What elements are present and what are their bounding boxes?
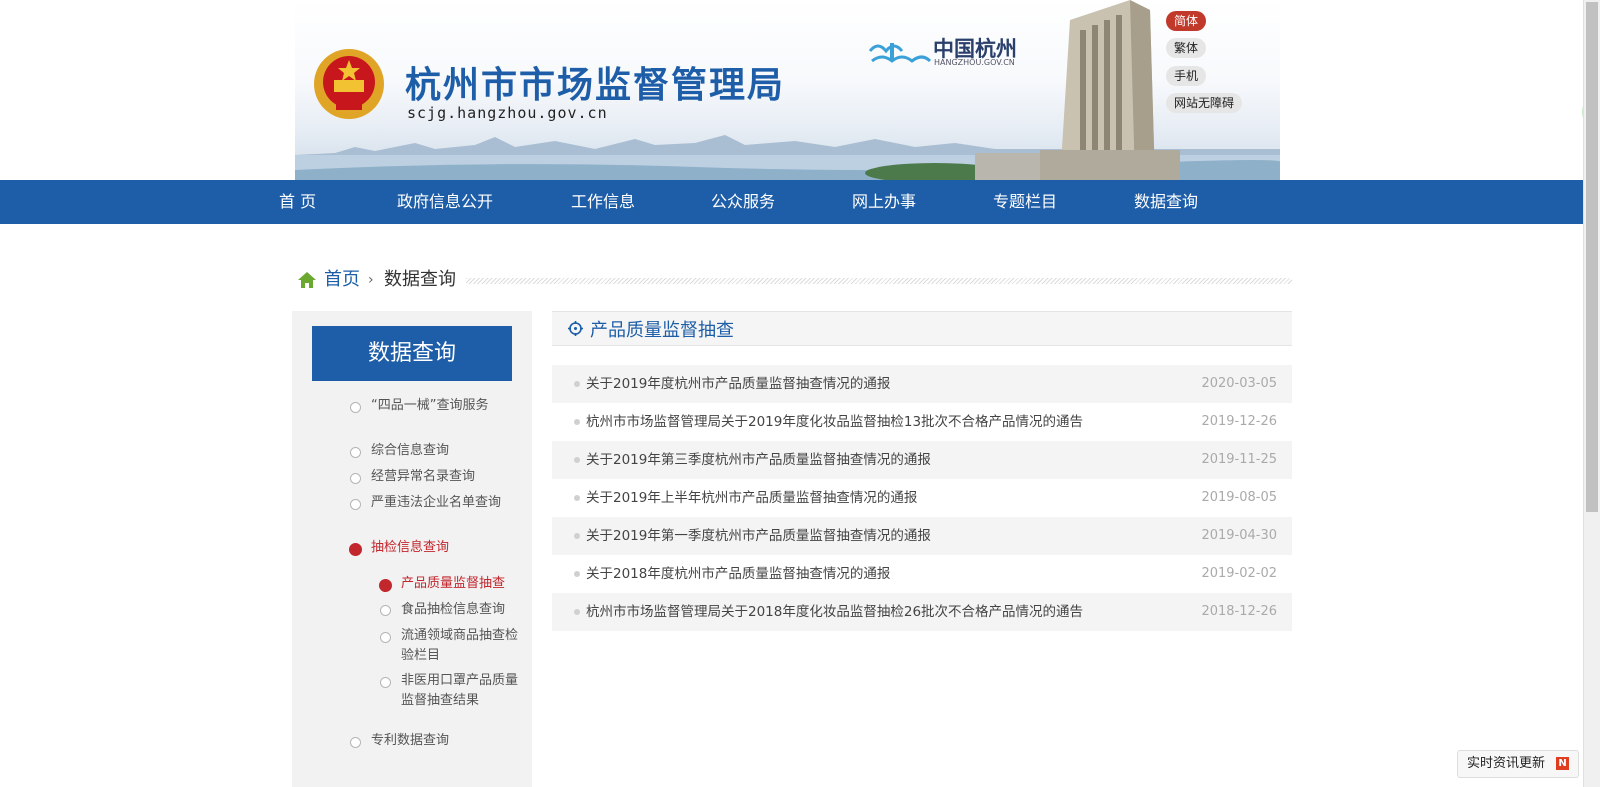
nav-item-work-info[interactable]: 工作信息 — [571, 180, 635, 224]
list-item-date: 2019-12-26 — [1201, 414, 1277, 429]
breadcrumb-home-link[interactable]: 首页 — [324, 268, 360, 292]
radio-dot-icon — [350, 447, 361, 458]
list-item-date: 2019-11-25 — [1201, 452, 1277, 467]
breadcrumb-separator: › — [368, 272, 374, 288]
bullet-icon — [574, 533, 580, 539]
list-item-date: 2019-04-30 — [1201, 528, 1277, 543]
traditional-chinese-button[interactable]: 繁体 — [1166, 38, 1207, 58]
list-item-title[interactable]: 关于2019年第三季度杭州市产品质量监督抽查情况的通报 — [586, 441, 931, 479]
scrollbar-thumb[interactable] — [1586, 2, 1598, 512]
bullet-icon — [574, 381, 580, 387]
section-title: 产品质量监督抽查 — [590, 320, 734, 341]
radio-dot-icon — [380, 605, 391, 616]
radio-dot-icon — [380, 632, 391, 643]
nav-item-special-topics[interactable]: 专题栏目 — [993, 180, 1057, 224]
main-nav: 首 页 政府信息公开 工作信息 公众服务 网上办事 专题栏目 数据查询 — [0, 180, 1583, 224]
sidebar-subitem-mask-quality[interactable]: 非医用口罩产品质量监督抽查结果 — [401, 671, 529, 711]
sidebar: 数据查询 “四品一械”查询服务 综合信息查询 经营异常名录查询 严重违法企业名单… — [292, 311, 532, 787]
sidebar-item-inspection-info[interactable]: 抽检信息查询 — [371, 538, 449, 558]
breadcrumb-divider — [466, 278, 1292, 284]
list-item-date: 2019-08-05 — [1201, 490, 1277, 505]
home-icon — [298, 272, 316, 288]
nav-item-gov-info[interactable]: 政府信息公开 — [397, 180, 493, 224]
list-item-title[interactable]: 杭州市市场监督管理局关于2018年度化妆品监督抽检26批次不合格产品情况的通告 — [586, 593, 1083, 631]
bullet-icon — [574, 457, 580, 463]
sidebar-item-patent-data[interactable]: 专利数据查询 — [371, 731, 449, 751]
list-item-title[interactable]: 关于2018年度杭州市产品质量监督抽查情况的通报 — [586, 555, 890, 593]
list-item-title[interactable]: 杭州市市场监督管理局关于2019年度化妆品监督抽检13批次不合格产品情况的通告 — [586, 403, 1083, 441]
bullet-icon — [574, 495, 580, 501]
sidebar-title: 数据查询 — [312, 326, 512, 381]
list-item-date: 2018-12-26 — [1201, 604, 1277, 619]
radio-dot-icon — [350, 402, 361, 413]
live-news-label: 实时资讯更新 — [1467, 756, 1546, 771]
sidebar-subitem-food-inspection[interactable]: 食品抽检信息查询 — [401, 600, 505, 620]
sidebar-item-serious-violation[interactable]: 严重违法企业名单查询 — [371, 493, 511, 513]
list-item-title[interactable]: 关于2019年度杭州市产品质量监督抽查情况的通报 — [586, 365, 890, 403]
sidebar-item-abnormal-list[interactable]: 经营异常名录查询 — [371, 467, 475, 487]
sidebar-subitem-product-quality[interactable]: 产品质量监督抽查 — [401, 574, 505, 594]
nav-item-public-service[interactable]: 公众服务 — [711, 180, 775, 224]
accessibility-button[interactable]: 网站无障碍 — [1166, 93, 1243, 113]
sidebar-item-four-products[interactable]: “四品一械”查询服务 — [371, 396, 511, 416]
live-news-widget[interactable]: 实时资讯更新 N — [1457, 750, 1579, 778]
section-header: 产品质量监督抽查 — [552, 311, 1292, 346]
list-item[interactable]: 关于2019年第一季度杭州市产品质量监督抽查情况的通报 2019-04-30 — [552, 517, 1292, 555]
mobile-version-button[interactable]: 手机 — [1166, 66, 1207, 86]
radio-dot-icon — [380, 677, 391, 688]
site-domain: scjg.hangzhou.gov.cn — [407, 104, 608, 122]
list-item[interactable]: 关于2019年第三季度杭州市产品质量监督抽查情况的通报 2019-11-25 — [552, 441, 1292, 479]
nav-item-home[interactable]: 首 页 — [279, 180, 316, 224]
new-badge-icon: N — [1556, 757, 1569, 770]
site-header: 杭州市市场监督管理局 scjg.hangzhou.gov.cn 中国杭州 HAN… — [0, 0, 1568, 180]
radio-dot-icon — [350, 737, 361, 748]
hangzhou-logo-domain: HANGZHOU.GOV.CN — [934, 58, 1015, 67]
sidebar-subitem-circulation[interactable]: 流通领域商品抽查检验栏目 — [401, 626, 529, 666]
radio-dot-icon — [350, 473, 361, 484]
list-item[interactable]: 关于2018年度杭州市产品质量监督抽查情况的通报 2019-02-02 — [552, 555, 1292, 593]
list-item[interactable]: 杭州市市场监督管理局关于2019年度化妆品监督抽检13批次不合格产品情况的通告 … — [552, 403, 1292, 441]
list-item[interactable]: 关于2019年度杭州市产品质量监督抽查情况的通报 2020-03-05 — [552, 365, 1292, 403]
crosshair-icon — [568, 321, 583, 336]
nav-item-data-query[interactable]: 数据查询 — [1134, 180, 1198, 224]
page-scrollbar[interactable] — [1583, 0, 1600, 787]
bullet-icon — [574, 419, 580, 425]
radio-dot-icon — [350, 499, 361, 510]
simplified-chinese-button[interactable]: 简体 — [1166, 11, 1207, 31]
bullet-icon — [574, 609, 580, 615]
list-item-date: 2019-02-02 — [1201, 566, 1277, 581]
government-building-image — [1040, 0, 1180, 180]
nav-item-online-service[interactable]: 网上办事 — [852, 180, 916, 224]
list-item-title[interactable]: 关于2019年上半年杭州市产品质量监督抽查情况的通报 — [586, 479, 917, 517]
list-item[interactable]: 关于2019年上半年杭州市产品质量监督抽查情况的通报 2019-08-05 — [552, 479, 1292, 517]
radio-dot-active-icon — [349, 543, 362, 556]
sidebar-item-general-info[interactable]: 综合信息查询 — [371, 441, 449, 461]
list-item-title[interactable]: 关于2019年第一季度杭州市产品质量监督抽查情况的通报 — [586, 517, 931, 555]
national-emblem-icon — [314, 49, 384, 119]
breadcrumb-current: 数据查询 — [384, 269, 456, 290]
bullet-icon — [574, 571, 580, 577]
site-title: 杭州市市场监督管理局 — [405, 65, 786, 106]
list-item-date: 2020-03-05 — [1201, 376, 1277, 391]
list-item[interactable]: 杭州市市场监督管理局关于2018年度化妆品监督抽检26批次不合格产品情况的通告 … — [552, 593, 1292, 631]
radio-dot-active-icon — [379, 579, 392, 592]
